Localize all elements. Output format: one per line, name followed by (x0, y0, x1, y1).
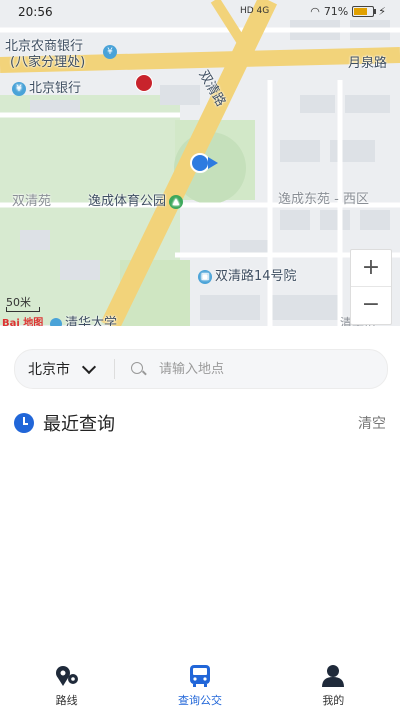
bank-icon: ¥ (12, 81, 26, 96)
recent-title: 最近查询 (43, 414, 115, 435)
zoom-in-button[interactable]: + (351, 250, 391, 286)
map-logo: Bai 地图 (2, 318, 44, 326)
chevron-down-icon (81, 359, 97, 374)
battery-icon (352, 6, 377, 17)
clear-button[interactable]: 清空 (358, 413, 386, 433)
city-name: 北京市 (28, 362, 70, 378)
tab-bus-query[interactable]: 查询公交 (133, 660, 266, 711)
map-label-gym[interactable]: 逸成体育公园 ▲ (88, 190, 186, 209)
charging-icon: ⚡ (378, 5, 386, 18)
school-icon (50, 317, 62, 326)
map-label-building[interactable]: ▣ 双清路14号院 (198, 265, 297, 284)
bank-icon: ¥ (103, 45, 117, 59)
route-pin-icon (55, 666, 78, 686)
map-label-university[interactable]: 清华大学 (50, 312, 117, 326)
zoom-control: + − (350, 249, 392, 325)
map-label-district-e: 逸成东苑 - 西区 (278, 192, 369, 207)
person-icon (322, 665, 345, 687)
tab-bus-query-label: 查询公交 (177, 694, 222, 707)
map-view[interactable]: 北京农商银行 (八家分理处) ¥ 北京银行 ¥ 月泉路 双清路 逸成体育公园 ▲ 双… (0, 0, 400, 326)
battery-fill (354, 8, 368, 15)
network-indicator: HD 4G (240, 6, 270, 16)
bottom-tab-bar: 路线 查询公交 我的 (0, 660, 400, 711)
map-label-bank2[interactable]: ¥ 北京银行 (12, 77, 81, 96)
clock-icon (14, 413, 34, 433)
restaurant-icon[interactable] (135, 74, 153, 92)
search-input[interactable] (157, 360, 361, 378)
tab-route-label: 路线 (55, 694, 78, 707)
tab-mine[interactable]: 我的 (267, 660, 400, 711)
building-icon: ▣ (198, 269, 212, 284)
map-label-district-w: 双清苑 (12, 194, 52, 209)
university-name: 清华大学 (65, 316, 118, 326)
tab-mine-label: 我的 (322, 694, 345, 707)
status-time: 20:56 (18, 5, 53, 19)
park-icon: ▲ (169, 194, 184, 209)
bus-icon (189, 665, 210, 687)
tab-route[interactable]: 路线 (0, 660, 133, 711)
city-selector[interactable]: 北京市 (28, 359, 97, 379)
recent-header: 最近查询 清空 (14, 410, 386, 436)
gym-name: 逸成体育公园 (88, 194, 167, 209)
status-bar: 20:56 HD 4G ◠ 71% ⚡ (0, 0, 400, 26)
search-bar: 北京市 (14, 349, 388, 389)
map-scale-bar (6, 307, 40, 312)
zoom-out-button[interactable]: − (351, 286, 391, 323)
battery-percent: 71% (323, 5, 349, 18)
building-name: 双清路14号院 (215, 269, 297, 284)
map-label-road-east: 月泉路 (348, 56, 388, 71)
search-divider (114, 359, 115, 379)
wifi-icon: ◠ (310, 5, 320, 18)
status-right: ◠ 71% ⚡ (310, 5, 386, 18)
bank2-name: 北京银行 (29, 81, 82, 96)
map-label-bank1-branch[interactable]: (八家分理处) (10, 51, 85, 70)
search-icon (131, 362, 147, 376)
